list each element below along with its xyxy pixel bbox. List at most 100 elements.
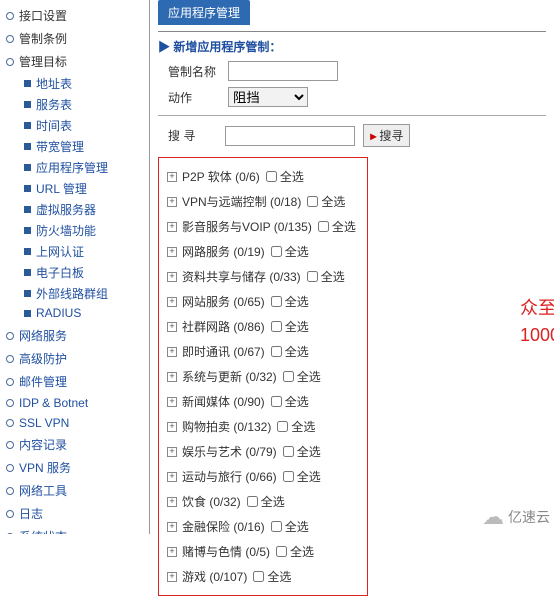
sub-app-mgmt[interactable]: 应用程序管理 bbox=[24, 157, 143, 178]
expand-icon[interactable]: + bbox=[167, 422, 177, 432]
menu-network-services[interactable]: 网络服务 bbox=[6, 324, 143, 347]
select-all-checkbox[interactable] bbox=[271, 346, 282, 357]
tree-label: 网站服务 (0/65) bbox=[182, 293, 265, 310]
sub-bullet-icon bbox=[24, 143, 31, 150]
menu-vpn-services[interactable]: VPN 服务 bbox=[6, 456, 143, 479]
tree-label: 娱乐与艺术 (0/79) bbox=[182, 443, 277, 460]
select-all-checkbox[interactable] bbox=[277, 421, 288, 432]
sub-virtual-server[interactable]: 虚拟服务器 bbox=[24, 199, 143, 220]
select-all-label: 全选 bbox=[297, 368, 321, 385]
select-all-checkbox[interactable] bbox=[247, 496, 258, 507]
menu-ssl-vpn[interactable]: SSL VPN bbox=[6, 413, 143, 433]
expand-icon[interactable]: + bbox=[167, 397, 177, 407]
sub-bullet-icon bbox=[24, 206, 31, 213]
select-all-checkbox[interactable] bbox=[307, 271, 318, 282]
sub-label: 服务表 bbox=[36, 96, 72, 113]
menu-manage-target[interactable]: 管理目标 bbox=[6, 50, 143, 73]
sidebar: 接口设置 管制条例 管理目标 地址表 服务表 时间表 带宽管理 应用程序管理 U… bbox=[0, 0, 150, 534]
input-name[interactable] bbox=[228, 61, 338, 81]
menu-interface-settings[interactable]: 接口设置 bbox=[6, 4, 143, 27]
sub-auth[interactable]: 上网认证 bbox=[24, 241, 143, 262]
sub-service[interactable]: 服务表 bbox=[24, 94, 143, 115]
select-all-checkbox[interactable] bbox=[283, 371, 294, 382]
expand-icon[interactable]: + bbox=[167, 372, 177, 382]
sub-firewall[interactable]: 防火墙功能 bbox=[24, 220, 143, 241]
select-all-label: 全选 bbox=[321, 193, 345, 210]
menu-label: 管制条例 bbox=[19, 30, 67, 47]
menu-content-log[interactable]: 内容记录 bbox=[6, 433, 143, 456]
select-action[interactable]: 阻挡 bbox=[228, 87, 308, 107]
select-all-checkbox[interactable] bbox=[283, 446, 294, 457]
sub-label: 应用程序管理 bbox=[36, 159, 108, 176]
sub-url-mgmt[interactable]: URL 管理 bbox=[24, 178, 143, 199]
select-all-checkbox[interactable] bbox=[271, 246, 282, 257]
bullet-icon bbox=[6, 441, 14, 449]
select-all-label: 全选 bbox=[321, 268, 345, 285]
tree-label: 金融保险 (0/16) bbox=[182, 518, 265, 535]
tree-item: +娱乐与艺术 (0/79)全选 bbox=[167, 439, 359, 464]
expand-icon[interactable]: + bbox=[167, 472, 177, 482]
sub-bullet-icon bbox=[24, 310, 31, 317]
tab-app-mgmt[interactable]: 应用程序管理 bbox=[158, 0, 250, 25]
bullet-icon bbox=[6, 419, 14, 427]
tree-item: + 金融保险 (0/16) 全选 bbox=[167, 514, 359, 539]
select-all-checkbox[interactable] bbox=[271, 296, 282, 307]
select-all-checkbox[interactable] bbox=[318, 221, 329, 232]
expand-icon[interactable]: + bbox=[167, 222, 177, 232]
expand-icon[interactable]: + bbox=[167, 447, 177, 457]
menu-system-status[interactable]: 系统状态 bbox=[6, 525, 143, 534]
sub-label: 带宽管理 bbox=[36, 138, 84, 155]
menu-logs[interactable]: 日志 bbox=[6, 502, 143, 525]
select-all-checkbox[interactable] bbox=[307, 196, 318, 207]
select-all-checkbox[interactable] bbox=[271, 321, 282, 332]
sub-address[interactable]: 地址表 bbox=[24, 73, 143, 94]
expand-icon[interactable]: + bbox=[167, 497, 177, 507]
search-button[interactable]: ▸搜寻 bbox=[363, 124, 410, 147]
expand-icon[interactable]: + bbox=[167, 172, 177, 182]
tree-label: 资料共享与储存 (0/33) bbox=[182, 268, 301, 285]
label-name: 管制名称 bbox=[168, 63, 228, 80]
expand-icon[interactable]: + bbox=[167, 297, 177, 307]
select-all-label: 全选 bbox=[285, 318, 309, 335]
sub-bullet-icon bbox=[24, 248, 31, 255]
cloud-icon: ☁ bbox=[482, 504, 504, 530]
select-all-label: 全选 bbox=[285, 518, 309, 535]
expand-icon[interactable]: + bbox=[167, 522, 177, 532]
tree-item: +VPN与远端控制 (0/18)全选 bbox=[167, 189, 359, 214]
menu-idp-botnet[interactable]: IDP & Botnet bbox=[6, 393, 143, 413]
sub-ext-lines[interactable]: 外部线路群组 bbox=[24, 283, 143, 304]
select-all-checkbox[interactable] bbox=[266, 171, 277, 182]
select-all-checkbox[interactable] bbox=[276, 546, 287, 557]
select-all-checkbox[interactable] bbox=[283, 471, 294, 482]
expand-icon[interactable]: + bbox=[167, 272, 177, 282]
menu-adv-protect[interactable]: 高级防护 bbox=[6, 347, 143, 370]
menu-control-rules[interactable]: 管制条例 bbox=[6, 27, 143, 50]
select-all-checkbox[interactable] bbox=[271, 396, 282, 407]
sub-time[interactable]: 时间表 bbox=[24, 115, 143, 136]
expand-icon[interactable]: + bbox=[167, 322, 177, 332]
menu-mail-mgmt[interactable]: 邮件管理 bbox=[6, 370, 143, 393]
sub-label: RADIUS bbox=[36, 306, 81, 320]
select-all-label: 全选 bbox=[267, 568, 291, 585]
sub-bullet-icon bbox=[24, 290, 31, 297]
menu-net-tools[interactable]: 网络工具 bbox=[6, 479, 143, 502]
select-all-checkbox[interactable] bbox=[271, 521, 282, 532]
label-search: 搜 寻 bbox=[168, 127, 195, 144]
bullet-icon bbox=[6, 510, 14, 518]
sub-radius[interactable]: RADIUS bbox=[24, 304, 143, 322]
tree-item: +网站服务 (0/65)全选 bbox=[167, 289, 359, 314]
select-all-label: 全选 bbox=[280, 168, 304, 185]
sub-label: 防火墙功能 bbox=[36, 222, 96, 239]
select-all-checkbox[interactable] bbox=[253, 571, 264, 582]
input-search[interactable] bbox=[225, 126, 355, 146]
menu-label: 接口设置 bbox=[19, 7, 67, 24]
expand-icon[interactable]: + bbox=[167, 247, 177, 257]
search-btn-label: 搜寻 bbox=[379, 127, 403, 144]
expand-icon[interactable]: + bbox=[167, 572, 177, 582]
expand-icon[interactable]: + bbox=[167, 347, 177, 357]
sub-whiteboard[interactable]: 电子白板 bbox=[24, 262, 143, 283]
sub-bandwidth[interactable]: 带宽管理 bbox=[24, 136, 143, 157]
expand-icon[interactable]: + bbox=[167, 547, 177, 557]
expand-icon[interactable]: + bbox=[167, 197, 177, 207]
label-action: 动作 bbox=[168, 89, 228, 106]
